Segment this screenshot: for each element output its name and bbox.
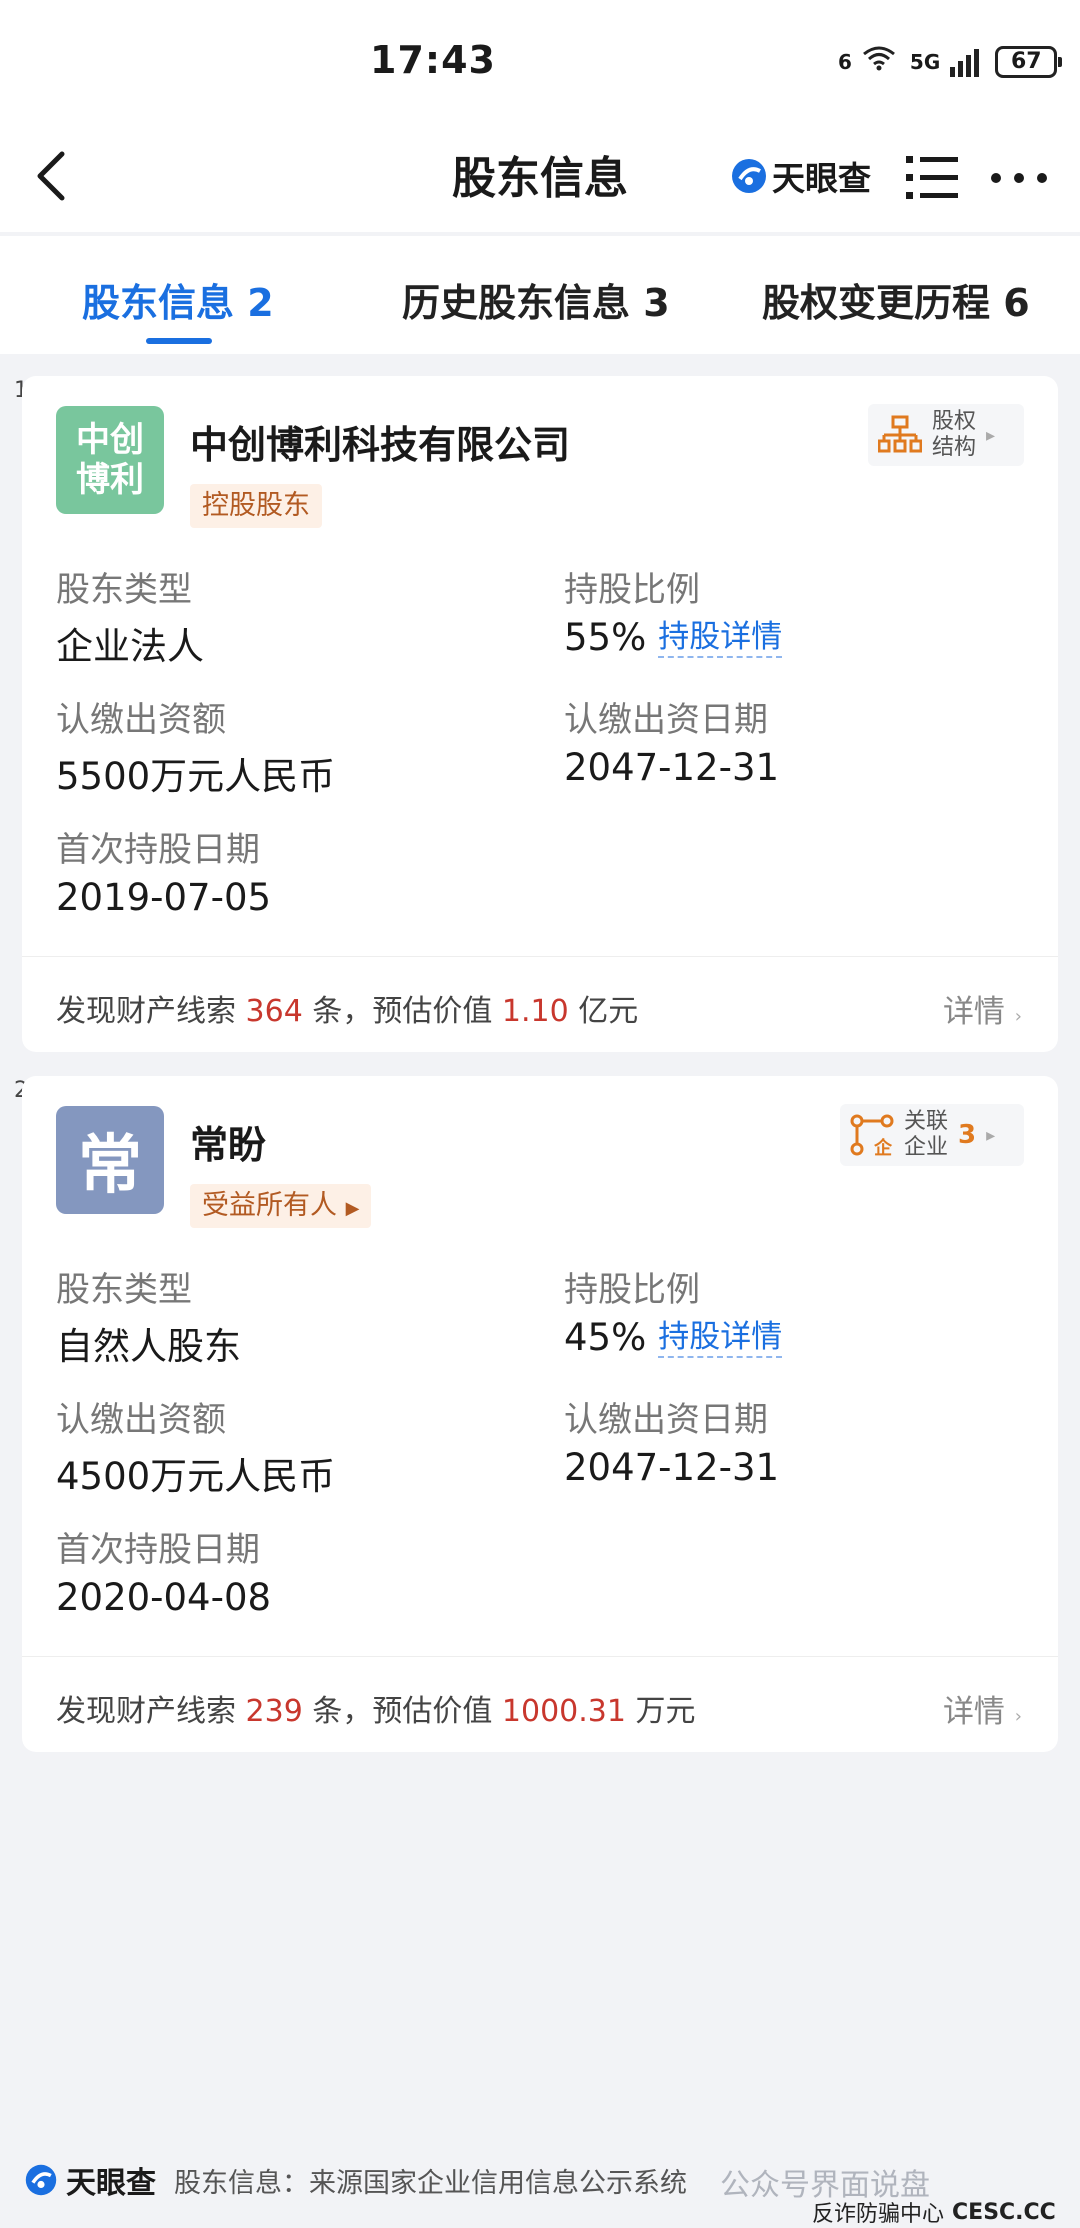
divider xyxy=(22,956,1058,957)
subscribe-date-value: 2047-12-31 xyxy=(564,1446,780,1489)
label-line1: 股权 xyxy=(932,409,977,434)
person-avatar: 常 xyxy=(56,1106,164,1214)
clue-count: 239 xyxy=(245,1694,303,1729)
more-icon[interactable] xyxy=(990,172,1048,184)
tab-shareholders[interactable]: 股东信息 2 xyxy=(82,272,274,327)
chevron-right-icon: ▸ xyxy=(986,424,996,446)
related-companies-label: 关联 企业 xyxy=(904,1109,948,1161)
first-holding-label: 首次持股日期 xyxy=(56,830,260,870)
active-tab-indicator xyxy=(146,338,212,344)
tab-history-shareholders[interactable]: 历史股东信息 3 xyxy=(402,272,670,327)
status-bar: 17:43 6 5G 67 xyxy=(0,0,1080,120)
company-avatar: 中创 博利 xyxy=(56,406,164,514)
ratio-value-row: 45% 持股详情 xyxy=(564,1316,783,1359)
anti-fraud-site: CESC.CC xyxy=(952,2199,1056,2225)
ratio-value: 45% xyxy=(564,1316,647,1359)
capital-value: 5500万元人民币 xyxy=(56,755,336,798)
detail-label: 详情 xyxy=(942,994,1005,1030)
status-time: 17:43 xyxy=(370,38,496,82)
footer: 天眼查 股东信息：来源国家企业信用信息公示系统 xyxy=(24,2158,687,2202)
type-label: 股东类型 xyxy=(56,1270,192,1310)
divider xyxy=(22,1656,1058,1657)
chevron-right-icon: › xyxy=(1014,1706,1022,1727)
type-label: 股东类型 xyxy=(56,570,192,610)
equity-structure-label: 股权 结构 xyxy=(932,409,976,461)
status-icons: 6 5G 67 xyxy=(834,44,1063,79)
asset-clue-detail-button[interactable]: 详情 › xyxy=(943,986,1022,1031)
svg-text:企: 企 xyxy=(873,1137,893,1156)
avatar-text: 中创 博利 xyxy=(76,420,144,500)
shareholder-name[interactable]: 常盼 xyxy=(190,1114,266,1169)
footer-brand: 天眼查 xyxy=(66,2166,156,2201)
triangle-right-icon: ▶ xyxy=(345,1198,360,1219)
tianyancha-logo-icon xyxy=(732,159,766,193)
ratio-label: 持股比例 xyxy=(564,570,700,610)
tab-equity-changes[interactable]: 股权变更历程 6 xyxy=(762,272,1030,327)
related-companies-button[interactable]: 企 关联 企业 3 ▸ xyxy=(840,1104,1024,1166)
tag-label: 受益所有人 xyxy=(202,1190,337,1221)
shareholder-name[interactable]: 中创博利科技有限公司 xyxy=(190,414,570,469)
chevron-right-icon: › xyxy=(1014,1006,1022,1027)
brand-name: 天眼查 xyxy=(772,159,871,198)
avatar-text: 常 xyxy=(78,1129,142,1203)
holding-details-link[interactable]: 持股详情 xyxy=(658,1318,783,1358)
label-line2: 企业 xyxy=(904,1135,949,1160)
list-menu-icon[interactable] xyxy=(906,154,958,200)
related-count: 3 xyxy=(958,1120,977,1150)
anti-fraud-watermark: 反诈防骗中心 CESC.CC xyxy=(812,2196,1056,2228)
shareholder-card[interactable]: 常 常盼 受益所有人 ▶ 企 关联 企业 3 ▸ 股东类型 自然人股东 持股比例… xyxy=(22,1076,1058,1752)
equity-structure-button[interactable]: 股权 结构 ▸ xyxy=(868,404,1024,466)
signal-icon xyxy=(950,47,980,77)
network-type: 5G xyxy=(909,49,941,74)
clue-prefix: 发现财产线索 xyxy=(56,994,246,1029)
clue-count: 364 xyxy=(245,994,303,1029)
chevron-right-icon: ▸ xyxy=(986,1124,996,1146)
org-chart-icon xyxy=(878,415,922,453)
detail-label: 详情 xyxy=(942,1694,1005,1730)
label-line2: 结构 xyxy=(932,435,977,460)
first-holding-value: 2019-07-05 xyxy=(56,876,272,919)
asset-clue-text: 发现财产线索 364 条，预估价值 1.10 亿元 xyxy=(56,986,638,1030)
tianyancha-logo-icon xyxy=(25,2164,57,2196)
capital-value: 4500万元人民币 xyxy=(56,1455,336,1498)
capital-label: 认缴出资额 xyxy=(56,700,226,740)
clue-mid: 条，预估价值 xyxy=(302,994,502,1029)
data-source-note: 股东信息：来源国家企业信用信息公示系统 xyxy=(174,2167,687,2199)
subscribe-date-value: 2047-12-31 xyxy=(564,746,780,789)
clue-value: 1.10 xyxy=(501,994,569,1029)
subscribe-date-label: 认缴出资日期 xyxy=(564,1400,768,1440)
controlling-shareholder-badge: 控股股东 xyxy=(190,484,322,528)
first-holding-label: 首次持股日期 xyxy=(56,1530,260,1570)
nav-bar: 股东信息 天眼查 xyxy=(0,120,1080,232)
first-holding-value: 2020-04-08 xyxy=(56,1576,272,1619)
shareholder-card[interactable]: 中创 博利 中创博利科技有限公司 控股股东 股权 结构 ▸ 股东类型 企业法人 … xyxy=(22,376,1058,1052)
related-company-icon: 企 xyxy=(850,1114,894,1156)
clue-value: 1000.31 xyxy=(501,1694,626,1729)
wifi-icon xyxy=(862,44,896,79)
capital-label: 认缴出资额 xyxy=(56,1400,226,1440)
anti-fraud-name: 反诈防骗中心 xyxy=(812,2202,945,2227)
wifi-tag: 6 xyxy=(838,49,852,74)
ratio-value-row: 55% 持股详情 xyxy=(564,616,783,659)
battery-icon: 67 xyxy=(995,45,1063,78)
beneficial-owner-badge[interactable]: 受益所有人 ▶ xyxy=(190,1184,372,1228)
type-value: 企业法人 xyxy=(56,625,204,668)
label-line1: 关联 xyxy=(904,1109,949,1134)
holding-details-link[interactable]: 持股详情 xyxy=(658,618,783,658)
ratio-label: 持股比例 xyxy=(564,1270,700,1310)
clue-mid: 条，预估价值 xyxy=(302,1694,502,1729)
subscribe-date-label: 认缴出资日期 xyxy=(564,700,768,740)
ratio-value: 55% xyxy=(564,616,647,659)
type-value: 自然人股东 xyxy=(56,1325,241,1368)
asset-clue-text: 发现财产线索 239 条，预估价值 1000.31 万元 xyxy=(56,1686,696,1730)
clue-unit: 万元 xyxy=(625,1694,696,1729)
brand-logo: 天眼查 xyxy=(730,152,871,200)
asset-clue-detail-button[interactable]: 详情 › xyxy=(943,1686,1022,1731)
clue-unit: 亿元 xyxy=(568,994,639,1029)
tab-bar: 股东信息 2 历史股东信息 3 股权变更历程 6 xyxy=(0,236,1080,354)
clue-prefix: 发现财产线索 xyxy=(56,1694,246,1729)
